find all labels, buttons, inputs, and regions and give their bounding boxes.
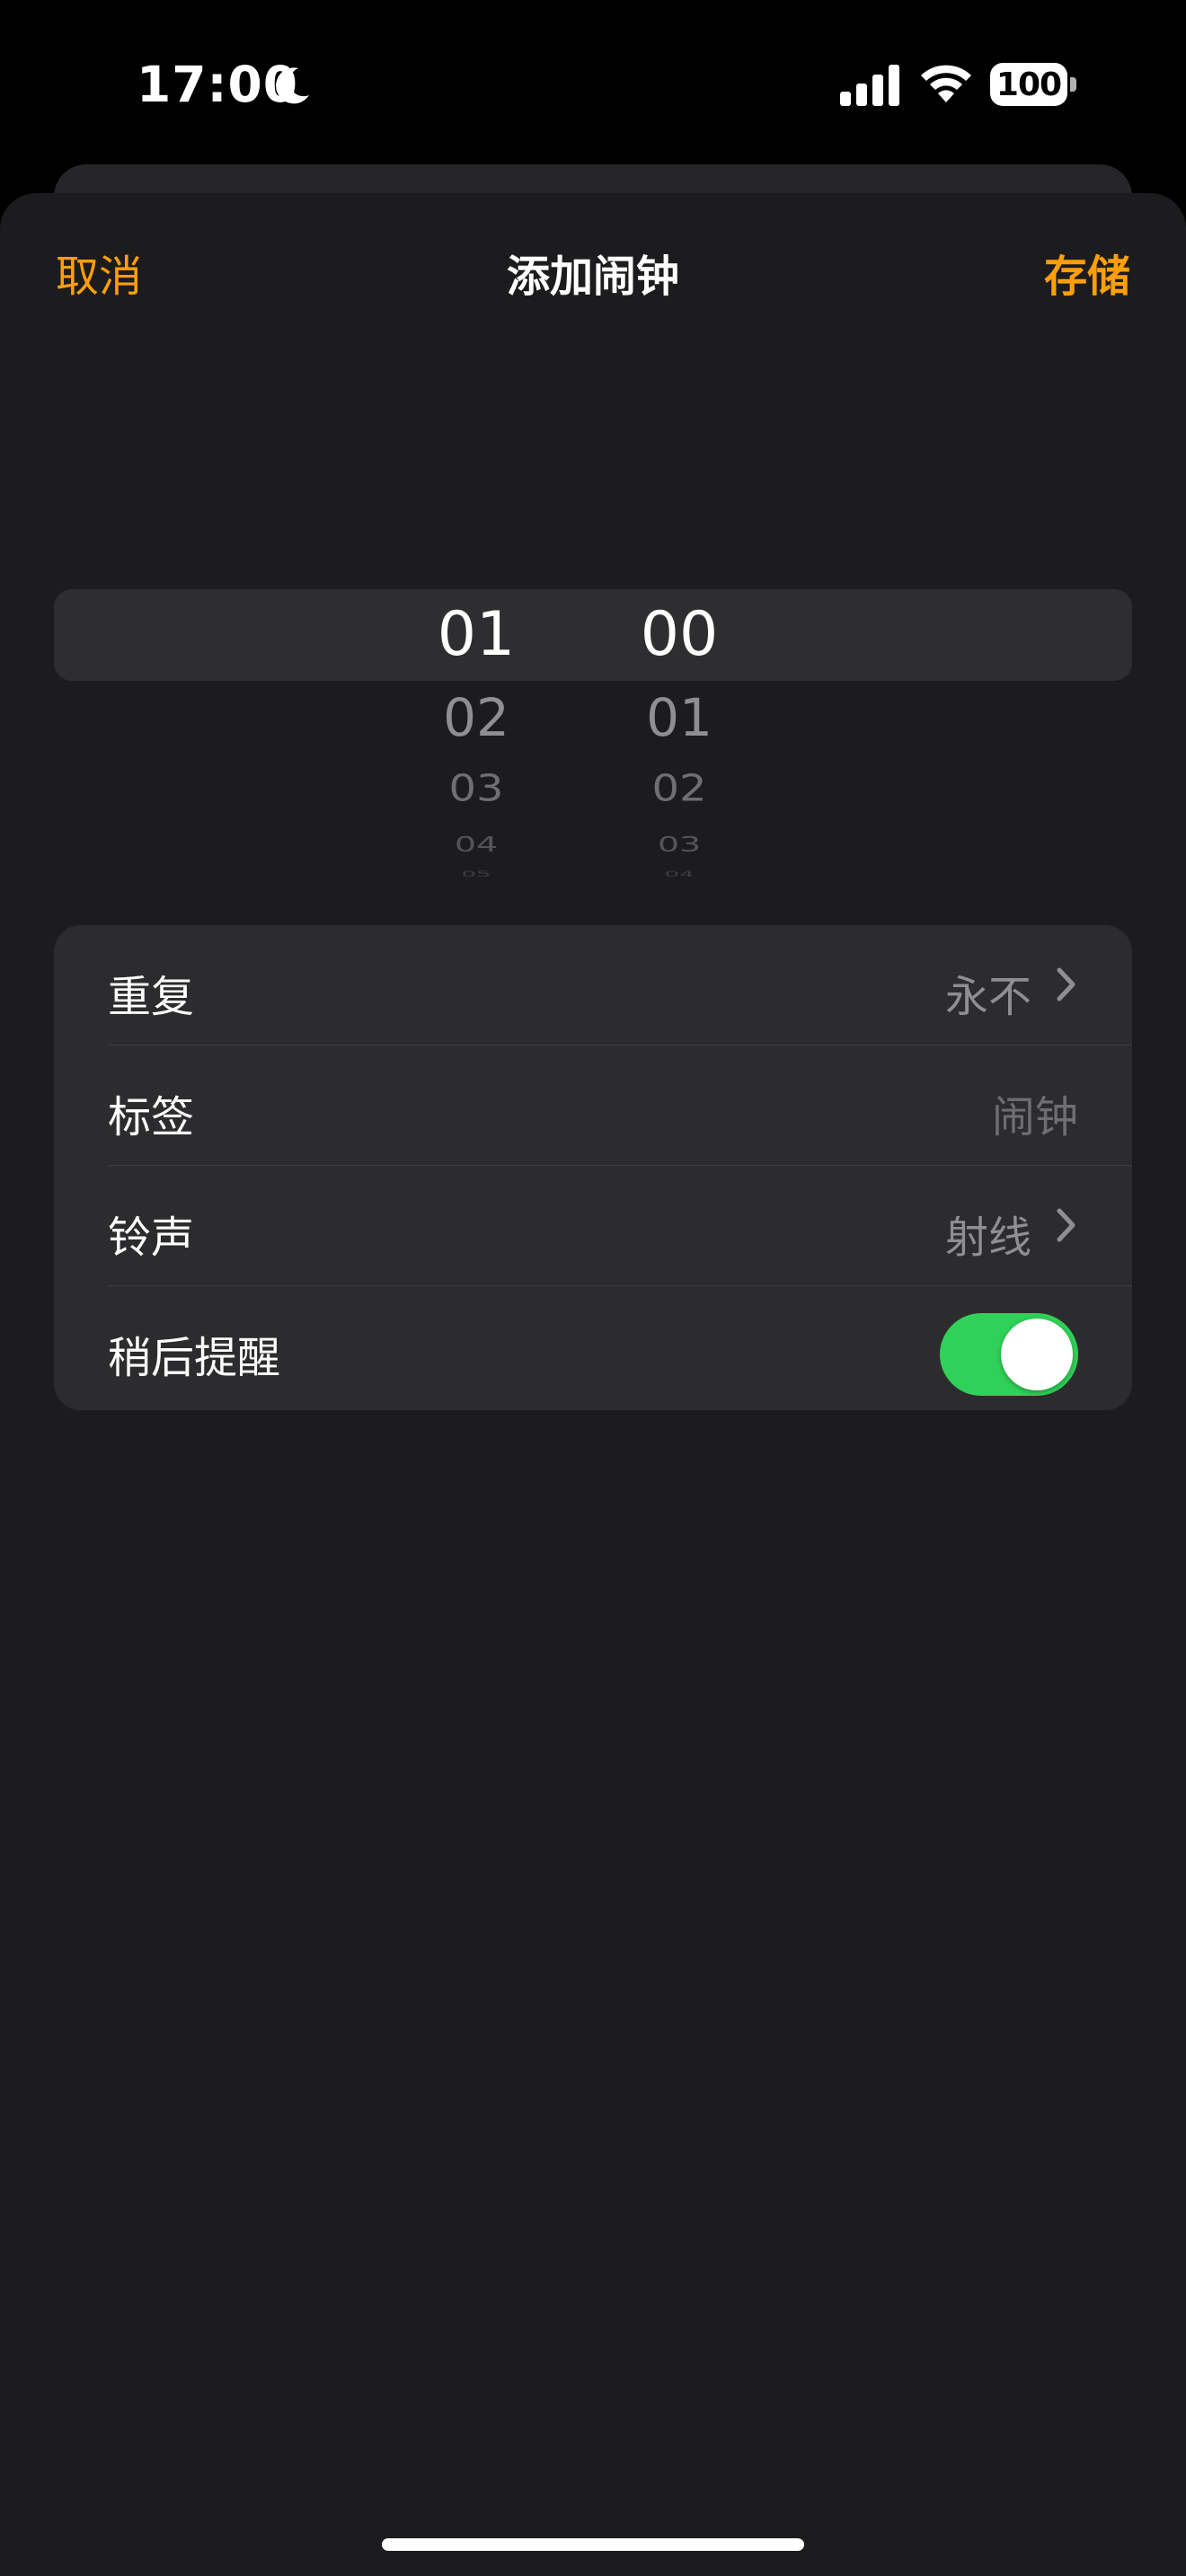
minute-option[interactable]: 04 [607, 869, 751, 879]
picker-selection-highlight [54, 589, 1132, 681]
hour-option[interactable]: 03 [404, 767, 548, 810]
home-indicator[interactable] [382, 2538, 804, 2551]
chevron-right-icon [1057, 967, 1075, 1001]
battery-body: 100 [990, 63, 1067, 106]
snooze-label: 稍后提醒 [108, 1333, 281, 1383]
alarm-settings-group: 重复 永不 标签 闹钟 铃声 射线 稍后提醒 [54, 925, 1132, 1410]
label-label: 标签 [108, 1092, 195, 1142]
repeat-label: 重复 [108, 972, 195, 1022]
sound-label: 铃声 [108, 1213, 195, 1263]
label-row[interactable]: 标签 闹钟 [54, 1045, 1132, 1166]
toggle-knob [1001, 1319, 1073, 1390]
hour-selected[interactable]: 01 [404, 599, 548, 670]
cellular-signal-icon [840, 65, 899, 106]
minute-option[interactable]: 02 [607, 767, 751, 810]
screen: 17:00 100 取消 添加闹钟 存储 01 02 03 04 05 00 0… [0, 0, 1186, 2576]
snooze-row: 稍后提醒 [54, 1286, 1132, 1407]
snooze-toggle[interactable] [940, 1313, 1078, 1396]
moon-icon [276, 67, 309, 104]
hour-option[interactable]: 05 [404, 869, 548, 879]
sound-row[interactable]: 铃声 射线 [54, 1166, 1132, 1286]
label-input[interactable]: 闹钟 [992, 1081, 1078, 1144]
minute-selected[interactable]: 00 [607, 599, 751, 670]
status-bar: 17:00 100 [0, 0, 1186, 171]
hour-option[interactable]: 04 [404, 833, 548, 856]
chevron-right-icon [1057, 1208, 1075, 1242]
wifi-icon [921, 65, 971, 102]
minute-option[interactable]: 01 [607, 687, 751, 748]
repeat-value: 永不 [944, 972, 1031, 1022]
battery-cap [1070, 77, 1076, 92]
battery-icon: 100 [990, 63, 1076, 106]
minute-option[interactable]: 03 [607, 833, 751, 856]
battery-level: 100 [996, 66, 1062, 103]
time-picker[interactable]: 01 02 03 04 05 00 01 02 03 04 [0, 503, 1186, 880]
minute-wheel[interactable]: 00 01 02 03 04 [607, 503, 751, 880]
repeat-row[interactable]: 重复 永不 [54, 925, 1132, 1045]
page-title: 添加闹钟 [506, 251, 679, 302]
sound-value: 射线 [944, 1213, 1031, 1263]
hour-option[interactable]: 02 [404, 687, 548, 748]
save-button[interactable]: 存储 [1044, 241, 1130, 304]
hour-wheel[interactable]: 01 02 03 04 05 [404, 503, 548, 880]
